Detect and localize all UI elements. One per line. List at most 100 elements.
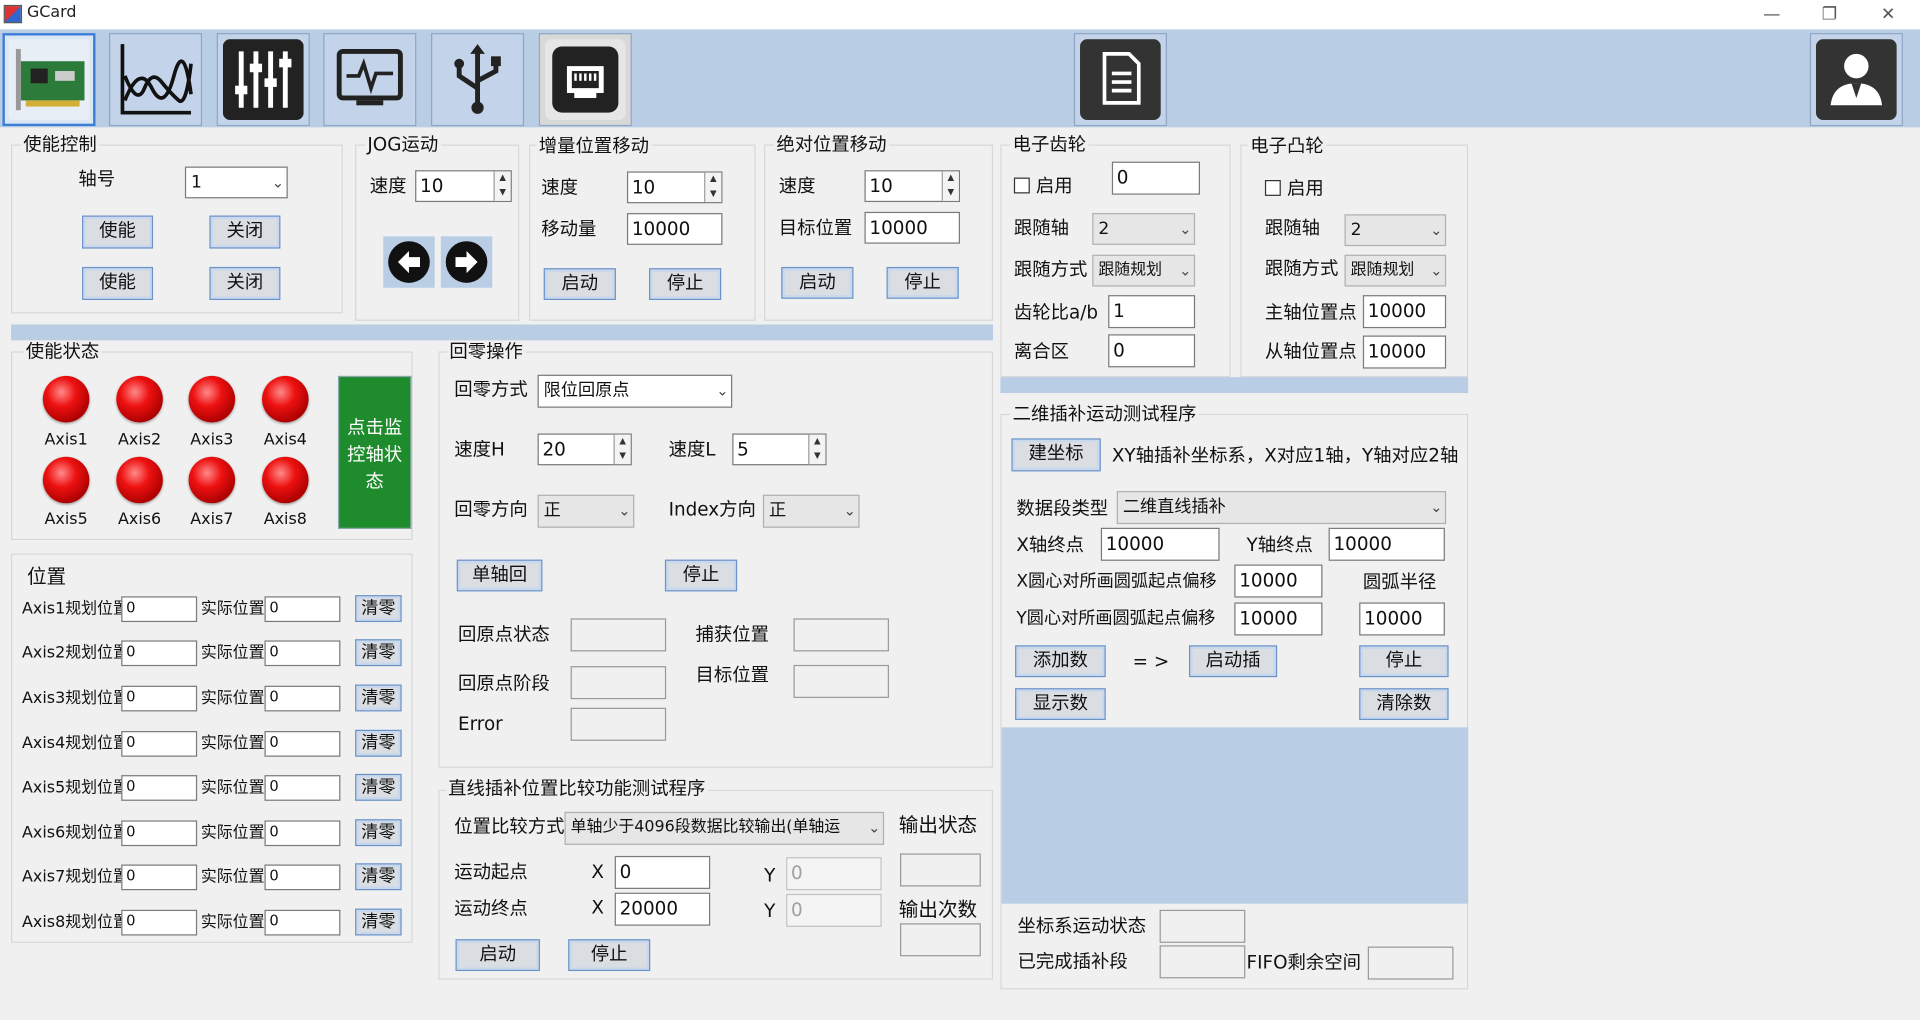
enable-control-group [11, 144, 343, 314]
index-direction-select[interactable]: 正 ⌄ [762, 494, 860, 528]
abs-start-button[interactable]: 启动 [781, 266, 854, 299]
axis-number-select[interactable]: 1 ⌄ [184, 166, 288, 199]
homing-direction-select[interactable]: 正 ⌄ [537, 494, 635, 528]
axis-status-led [116, 456, 163, 504]
maximize-button[interactable]: ❐ [1817, 2, 1841, 26]
y-center-offset-input[interactable]: 10000 [1234, 602, 1323, 636]
end-x-input[interactable]: 20000 [614, 892, 711, 926]
spin-down-icon[interactable]: ▼ [809, 449, 825, 464]
single-axis-home-button[interactable]: 单轴回 [456, 559, 543, 592]
inc-speed-label: 速度 [541, 176, 578, 199]
abs-target-input[interactable]: 10000 [864, 211, 961, 244]
axis-status-led [188, 456, 236, 504]
homing-speedL-spinner[interactable]: 5 ▲ ▼ [732, 433, 827, 466]
homing-mode-select[interactable]: 限位回原点 ⌄ [537, 374, 733, 408]
end-y-input[interactable]: 0 [786, 893, 882, 927]
spin-up-icon[interactable]: ▲ [943, 171, 959, 186]
incremental-move-title: 增量位置移动 [536, 134, 652, 157]
start-x-input[interactable]: 0 [614, 855, 711, 889]
end-point-label: 运动终点 [454, 897, 528, 920]
inc-distance-input[interactable]: 10000 [626, 213, 723, 245]
close-button-1[interactable]: 关闭 [209, 215, 281, 249]
compare-start-button[interactable]: 启动 [455, 939, 541, 972]
clear-position-button[interactable]: 清零 [355, 908, 402, 936]
enable-button-2[interactable]: 使能 [82, 266, 154, 301]
monitor-button[interactable] [323, 33, 417, 127]
clear-data-button[interactable]: 清除数 [1359, 688, 1449, 721]
sliders-button[interactable] [216, 33, 310, 127]
e-cam-mode-select[interactable]: 跟随规划 ⌄ [1344, 254, 1447, 287]
minimize-button[interactable]: — [1760, 2, 1784, 26]
e-gear-value-input[interactable]: 0 [1111, 161, 1201, 195]
e-gear-enable-checkbox[interactable] [1013, 177, 1030, 194]
e-cam-master-input[interactable]: 10000 [1362, 295, 1447, 329]
start-y-input[interactable]: 0 [786, 857, 882, 891]
show-data-button[interactable]: 显示数 [1015, 688, 1106, 721]
clear-position-button[interactable]: 清零 [355, 595, 402, 623]
e-gear-follow-select[interactable]: 2 ⌄ [1092, 213, 1196, 245]
clear-position-button[interactable]: 清零 [355, 729, 402, 757]
compare-mode-select[interactable]: 单轴少于4096段数据比较输出(单轴运 ⌄ [564, 811, 885, 845]
spin-down-icon[interactable]: ▼ [615, 449, 631, 464]
ethernet-button[interactable] [538, 33, 632, 127]
spin-up-icon[interactable]: ▲ [615, 435, 631, 450]
axis-status-led [116, 375, 163, 423]
inc-stop-button[interactable]: 停止 [648, 268, 722, 301]
x-end-input[interactable]: 10000 [1100, 527, 1220, 561]
document-button[interactable] [1073, 33, 1167, 127]
homing-stop-button[interactable]: 停止 [664, 559, 738, 592]
inc-start-button[interactable]: 启动 [543, 268, 616, 301]
clear-position-button[interactable]: 清零 [355, 773, 402, 801]
document-icon [1080, 39, 1161, 121]
clear-position-button[interactable]: 清零 [355, 684, 402, 712]
jog-speed-spinner[interactable]: 10 ▲ ▼ [415, 170, 512, 203]
spin-down-icon[interactable]: ▼ [705, 187, 721, 202]
enable-button-1[interactable]: 使能 [82, 215, 154, 249]
spin-down-icon[interactable]: ▼ [943, 186, 959, 201]
e-cam-follow-select[interactable]: 2 ⌄ [1344, 214, 1447, 247]
close-button[interactable]: ✕ [1876, 2, 1900, 26]
e-gear-ratio-input[interactable]: 1 [1108, 295, 1196, 329]
jog-left-button[interactable] [383, 236, 435, 288]
pci-card-button[interactable] [2, 33, 96, 127]
compare-stop-button[interactable]: 停止 [568, 939, 651, 972]
e-cam-slave-input[interactable]: 10000 [1362, 335, 1447, 369]
axis-actual-value: 0 [264, 640, 341, 667]
start-interp-button[interactable]: 启动插 [1188, 645, 1278, 678]
jog-right-button[interactable] [440, 236, 493, 288]
pci-card-icon [8, 39, 90, 121]
spin-down-icon[interactable]: ▼ [495, 186, 511, 201]
homing-speedH-spinner[interactable]: 20 ▲ ▼ [537, 433, 632, 466]
add-data-button[interactable]: 添加数 [1015, 645, 1106, 678]
usb-button[interactable] [431, 33, 525, 127]
clear-position-button[interactable]: 清零 [355, 639, 402, 667]
waveform-button[interactable] [108, 33, 203, 127]
y-end-input[interactable]: 10000 [1328, 527, 1445, 561]
arc-radius-input[interactable]: 10000 [1359, 602, 1445, 636]
interp-stop-button[interactable]: 停止 [1359, 645, 1449, 678]
spin-up-icon[interactable]: ▲ [495, 171, 511, 186]
user-button[interactable] [1809, 33, 1903, 127]
arrow-right-icon [445, 241, 488, 283]
y-end-label: Y轴终点 [1246, 533, 1313, 556]
build-coord-button[interactable]: 建坐标 [1011, 438, 1101, 472]
close-button-2[interactable]: 关闭 [209, 266, 281, 301]
spin-up-icon[interactable]: ▲ [705, 173, 721, 188]
clear-position-button[interactable]: 清零 [355, 863, 402, 891]
spin-up-icon[interactable]: ▲ [809, 435, 825, 450]
monitor-pulse-icon [329, 39, 411, 121]
arrow-label: = > [1132, 650, 1170, 673]
x-center-offset-input[interactable]: 10000 [1234, 564, 1323, 598]
abs-speed-spinner[interactable]: 10 ▲ ▼ [864, 170, 961, 203]
title-bar [0, 0, 1920, 30]
e-gear-zone-input[interactable]: 0 [1108, 334, 1196, 368]
axis-status-led [42, 375, 90, 423]
e-cam-enable-checkbox[interactable] [1264, 180, 1281, 196]
inc-speed-spinner[interactable]: 10 ▲ ▼ [626, 171, 723, 204]
output-state-label: 输出状态 [898, 813, 978, 837]
monitor-axis-status-button[interactable]: 点击监控轴状态 [337, 375, 412, 529]
clear-position-button[interactable]: 清零 [355, 819, 402, 847]
segment-type-select[interactable]: 二维直线插补 ⌄ [1116, 491, 1447, 525]
abs-stop-button[interactable]: 停止 [886, 266, 959, 299]
e-gear-mode-select[interactable]: 跟随规划 ⌄ [1092, 254, 1196, 287]
